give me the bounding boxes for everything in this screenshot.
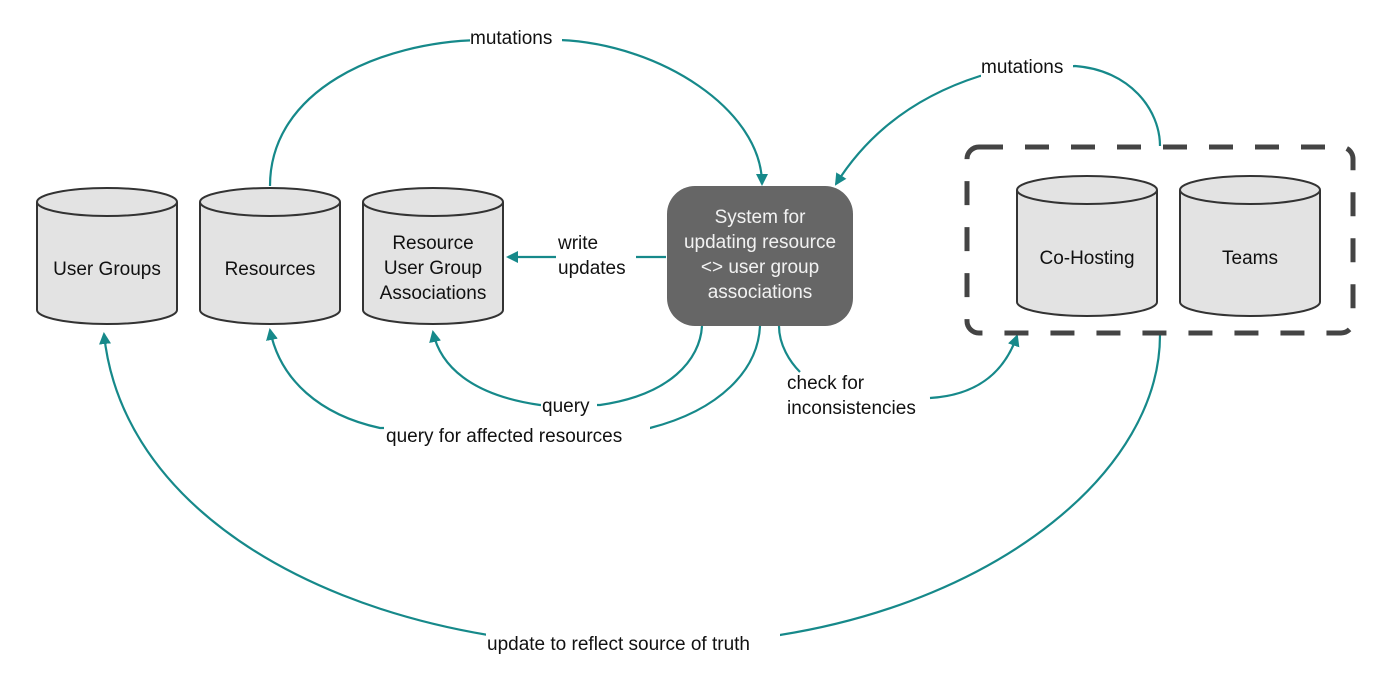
cylinder-user-groups[interactable]: User Groups [36, 187, 178, 325]
cylinder-resources[interactable]: Resources [199, 187, 341, 325]
update-source-label: update to reflect source of truth [487, 634, 750, 655]
associations-label-line1: Resource [392, 233, 473, 254]
associations-label-line2: User Group [384, 258, 482, 279]
system-label-line4: associations [708, 282, 813, 303]
mutations-label-left: mutations [470, 28, 552, 49]
check-label-line2: inconsistencies [787, 398, 916, 419]
check-label-line1: check for [787, 373, 865, 394]
mutations-label-right: mutations [981, 57, 1063, 78]
architecture-diagram: User Groups Resources Resource User Grou… [36, 26, 1356, 656]
query-label: query [542, 396, 590, 417]
system-label-line2: updating resource [684, 232, 836, 253]
write-updates-label-line2: updates [558, 258, 626, 279]
edge-update-source-of-truth[interactable] [99, 332, 1162, 637]
cylinder-teams[interactable]: Teams [1179, 175, 1321, 317]
cylinder-associations[interactable]: Resource User Group Associations [362, 187, 504, 325]
co-hosting-label: Co-Hosting [1039, 248, 1134, 269]
system-node[interactable]: System for updating resource <> user gro… [667, 186, 853, 326]
cylinder-co-hosting[interactable]: Co-Hosting [1016, 175, 1158, 317]
system-label-line3: <> user group [701, 257, 819, 278]
write-updates-label-line1: write [557, 233, 598, 254]
edge-query[interactable] [429, 325, 704, 407]
user-groups-label: User Groups [53, 259, 161, 280]
associations-label-line3: Associations [380, 283, 487, 304]
query-affected-label: query for affected resources [386, 426, 622, 447]
resources-label: Resources [225, 259, 316, 280]
edge-query-affected[interactable] [266, 325, 762, 430]
system-label-line1: System for [715, 207, 806, 228]
teams-label: Teams [1222, 248, 1278, 269]
edge-mutations-group[interactable] [834, 64, 1162, 186]
edge-mutations-resources[interactable] [268, 38, 768, 187]
